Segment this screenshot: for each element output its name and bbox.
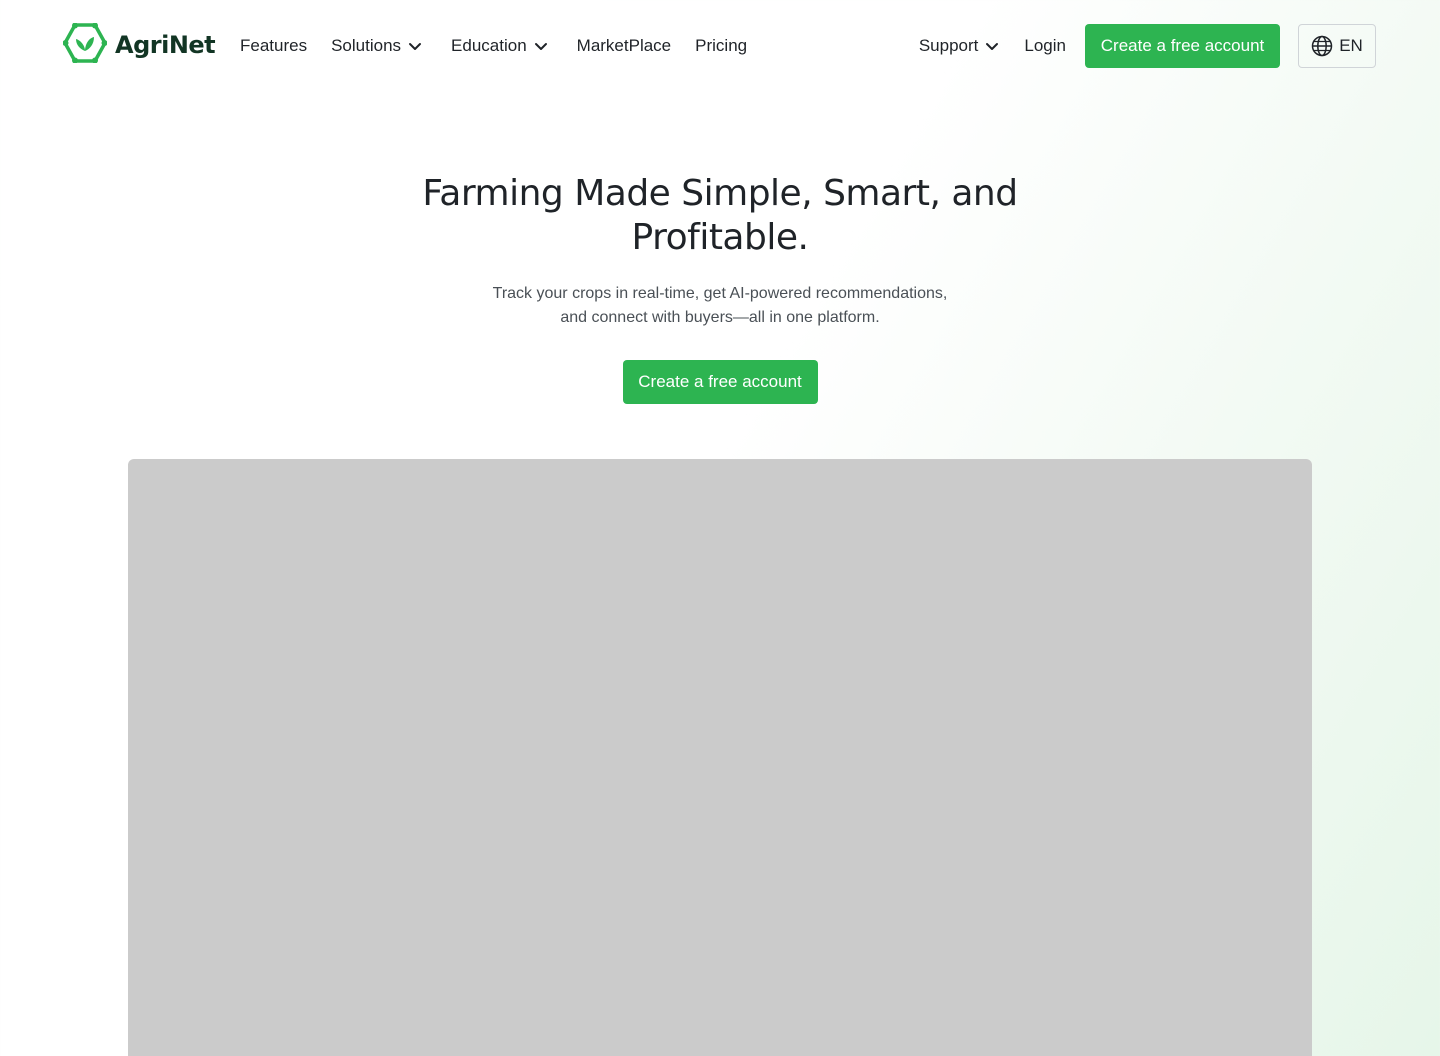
hexagon-leaf-icon <box>62 22 108 68</box>
hero-section: Farming Made Simple, Smart, and Profitab… <box>0 172 1440 404</box>
language-selector[interactable]: EN <box>1298 24 1376 68</box>
nav-actions: Support Login Create a free account EN <box>919 24 1376 68</box>
brand-logo[interactable]: AgriNet <box>62 22 216 68</box>
login-label: Login <box>1024 36 1066 55</box>
hero-subtitle-line-2: and connect with buyers—all in one platf… <box>560 309 880 326</box>
create-account-button[interactable]: Create a free account <box>1085 24 1280 68</box>
login-link[interactable]: Login <box>1024 36 1066 56</box>
brand-name: AgriNet <box>115 31 216 59</box>
hero-title: Farming Made Simple, Smart, and Profitab… <box>422 173 1018 258</box>
nav-link-education[interactable]: Education <box>451 36 549 56</box>
chevron-down-icon <box>986 43 999 50</box>
nav-link-label: Support <box>918 36 979 55</box>
globe-icon <box>1311 35 1333 57</box>
nav-link-label: Pricing <box>695 36 748 55</box>
nav-link-features[interactable]: Features <box>240 36 307 56</box>
top-navigation: AgriNet Features Solutions Education Mar… <box>0 0 1440 92</box>
chevron-down-icon <box>409 43 422 50</box>
language-code: EN <box>1339 36 1363 55</box>
nav-link-label: Features <box>240 36 308 55</box>
hero-media-placeholder <box>128 459 1312 1056</box>
hero-create-account-button[interactable]: Create a free account <box>622 360 818 404</box>
nav-link-label: Solutions <box>331 36 402 55</box>
nav-link-label: Education <box>451 36 527 55</box>
hero-subtitle-line-1: Track your crops in real-time, get AI-po… <box>492 285 948 302</box>
hero-subtitle: Track your crops in real-time, get AI-po… <box>460 282 980 330</box>
primary-nav: Features Solutions Education MarketPlace… <box>240 34 771 58</box>
nav-link-support[interactable]: Support <box>919 36 1001 56</box>
nav-link-label: MarketPlace <box>576 36 672 55</box>
nav-link-marketplace[interactable]: MarketPlace <box>577 36 671 56</box>
chevron-down-icon <box>534 43 547 50</box>
nav-link-solutions[interactable]: Solutions <box>331 36 423 56</box>
nav-link-pricing[interactable]: Pricing <box>695 36 747 56</box>
